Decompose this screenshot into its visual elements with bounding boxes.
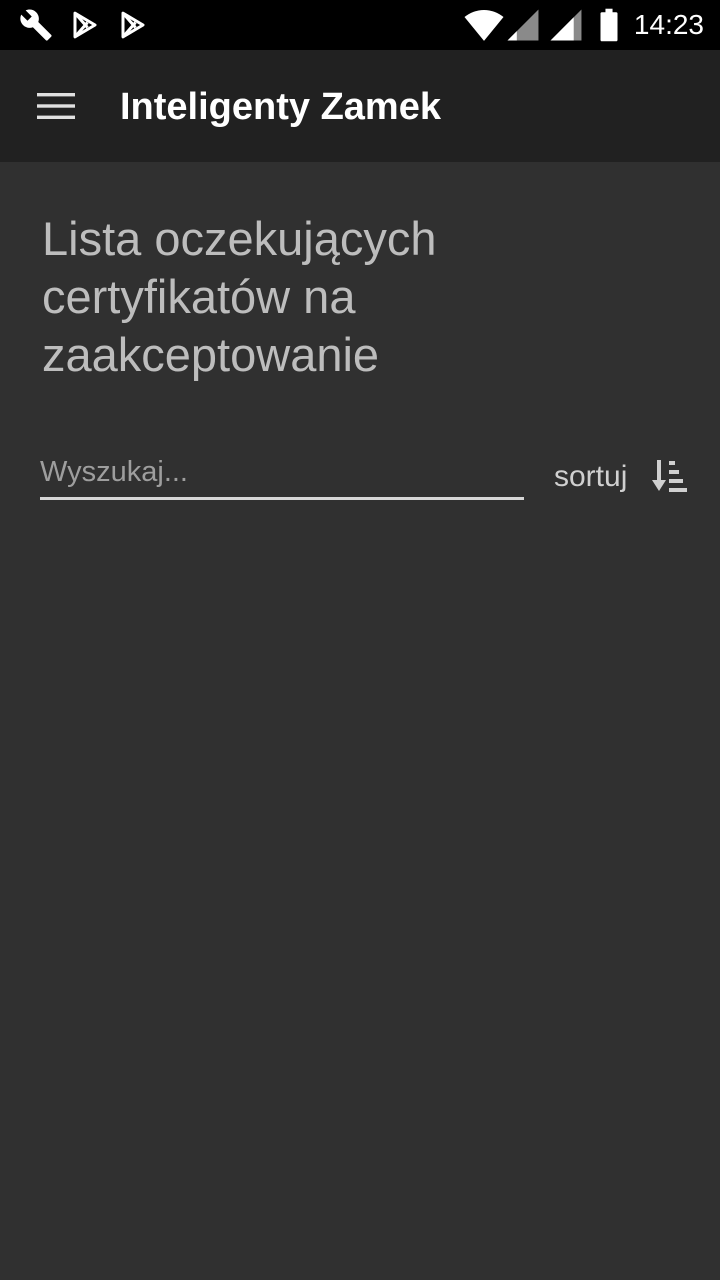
status-bar: 14:23 bbox=[0, 0, 720, 50]
battery-icon bbox=[600, 8, 618, 42]
signal-icon bbox=[507, 9, 539, 41]
play-store-icon bbox=[73, 11, 97, 39]
play-store-icon bbox=[121, 11, 145, 39]
wrench-icon bbox=[20, 9, 52, 41]
search-input[interactable] bbox=[40, 450, 524, 494]
sort-label: sortuj bbox=[554, 460, 628, 493]
sort-icon bbox=[652, 460, 687, 492]
wifi-icon bbox=[464, 10, 504, 41]
search-field[interactable] bbox=[40, 444, 524, 500]
main-content: Lista oczekujących certyfikatów na zaakc… bbox=[0, 162, 720, 1280]
status-time: 14:23 bbox=[633, 9, 704, 40]
app-title: Inteligenty Zamek bbox=[120, 86, 441, 128]
page-heading: Lista oczekujących certyfikatów na zaakc… bbox=[42, 212, 437, 381]
signal-icon bbox=[550, 9, 582, 41]
hamburger-menu-icon bbox=[37, 93, 75, 119]
sort-button[interactable]: sortuj bbox=[546, 450, 696, 502]
hamburger-menu-button[interactable] bbox=[24, 74, 88, 138]
app-bar: Inteligenty Zamek bbox=[0, 50, 720, 162]
